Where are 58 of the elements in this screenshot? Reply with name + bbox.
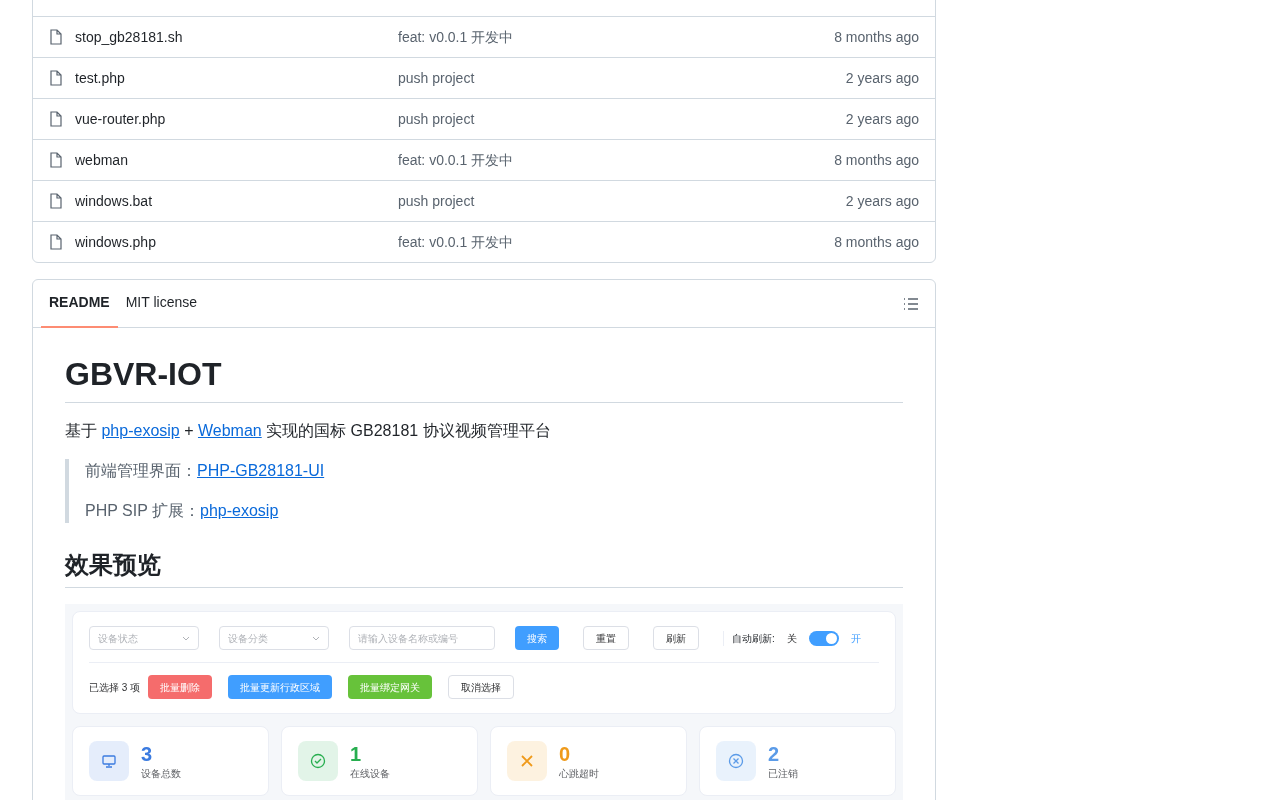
commit-message[interactable]: push project [398, 67, 846, 89]
commit-time: 2 years ago [845, 191, 919, 211]
auto-refresh-label: 自动刷新: [723, 630, 775, 646]
section-heading: 效果预览 [65, 547, 903, 588]
on-label: 开 [850, 631, 861, 646]
commit-time: 8 months ago [834, 232, 919, 252]
toolbar-button[interactable]: 重置 [583, 626, 629, 650]
file-icon [49, 193, 63, 209]
commit-message[interactable]: feat: v0.0.1 开发中 [398, 231, 835, 253]
file-name[interactable]: vue-router.php [75, 108, 398, 130]
stat-value: 2 [768, 741, 781, 766]
link[interactable]: Webman [197, 422, 262, 439]
auto-refresh-toggle[interactable] [808, 630, 839, 646]
file-icon [49, 70, 63, 86]
link[interactable]: php-exosip [101, 422, 180, 439]
monitor-icon [101, 753, 117, 769]
check-circle-icon [310, 753, 326, 769]
intro-text: 基于 php-exosip + Webman 实现的国标 GB28181 协议视频管理平台 [65, 421, 552, 441]
stat-label: 在线设备 [350, 766, 390, 781]
readme-title: GBVR-IOT [65, 350, 903, 403]
stat-label: 已注销 [768, 766, 798, 781]
close-icon [519, 753, 535, 769]
file-name[interactable]: windows.php [75, 231, 398, 253]
chevron-down-icon [312, 635, 320, 641]
link[interactable]: PHP-GB28181-UI [197, 459, 325, 483]
commit-message[interactable]: push project [398, 108, 846, 130]
commit-time: 8 months ago [834, 27, 919, 47]
off-label: 关 [786, 631, 797, 646]
file-name[interactable]: webman [75, 149, 398, 171]
quote-label: PHP SIP 扩展： [85, 501, 200, 521]
close-circle-icon [728, 753, 744, 769]
commit-message[interactable]: push project [398, 190, 846, 212]
selection-count: 已选择 3 项 [89, 680, 141, 695]
stat-label: 设备总数 [141, 766, 181, 781]
batch-button[interactable]: 取消选择 [448, 675, 515, 699]
file-icon [49, 29, 63, 45]
stat-value: 3 [141, 741, 154, 766]
file-icon [49, 111, 63, 127]
stat-label: 心跳超时 [559, 766, 599, 781]
toolbar-button[interactable]: 刷新 [653, 626, 699, 650]
chevron-down-icon [182, 635, 190, 641]
readme-tab[interactable]: MIT license [117, 279, 205, 328]
readme-tab[interactable]: README [41, 279, 118, 328]
stat-value: 1 [350, 741, 363, 766]
commit-time: 8 months ago [834, 150, 919, 170]
commit-time: 2 years ago [845, 68, 919, 88]
link[interactable]: php-exosip [200, 499, 279, 523]
file-name[interactable]: windows.bat [75, 190, 398, 212]
file-icon [49, 152, 63, 168]
quote-label: 前端管理界面： [85, 461, 197, 481]
file-name[interactable]: stop_gb28181.sh [75, 26, 398, 48]
commit-message[interactable]: feat: v0.0.1 开发中 [398, 26, 835, 48]
commit-message[interactable]: feat: v0.0.1 开发中 [398, 149, 835, 171]
file-icon [49, 234, 63, 250]
outline-icon[interactable] [903, 296, 919, 311]
stat-value: 0 [559, 741, 572, 766]
file-name[interactable]: test.php [75, 67, 398, 89]
commit-time: 2 years ago [845, 109, 919, 129]
